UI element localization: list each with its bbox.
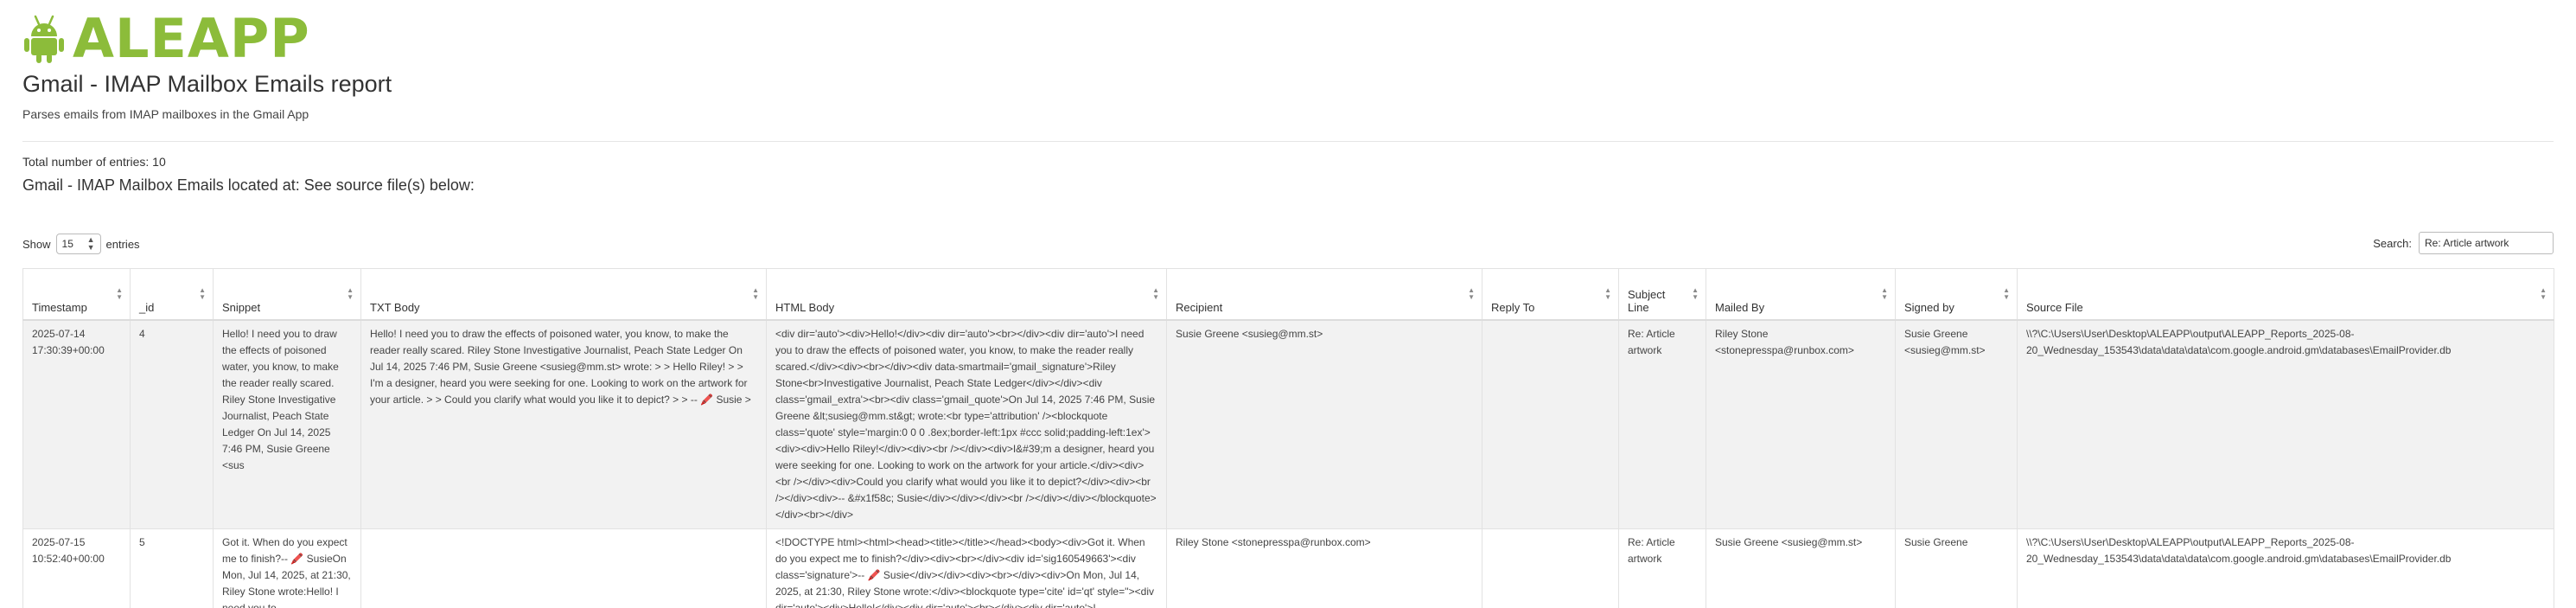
cell-subject-line: Re: Article artwork <box>1618 528 1706 608</box>
sort-arrows-icon: ▲ ▼ <box>2003 286 2010 301</box>
column-header-html-body[interactable]: HTML Body ▲ ▼ <box>766 268 1167 321</box>
results-table-container: Timestamp ▲ ▼ _id ▲ ▼ Snippet ▲ ▼ TXT Body ▲ ▼ H… <box>22 268 2554 608</box>
total-entries-text: Total number of entries: 10 <box>22 155 166 169</box>
column-label: Recipient <box>1176 301 1223 314</box>
sort-arrows-icon: ▲ ▼ <box>199 286 206 301</box>
search-label: Search: <box>2373 236 2412 250</box>
sort-arrows-icon: ▲ ▼ <box>752 286 759 301</box>
cell-snippet: Hello! I need you to draw the effects of… <box>213 319 361 529</box>
sort-arrows-icon: ▲ ▼ <box>116 286 123 301</box>
column-header-snippet[interactable]: Snippet ▲ ▼ <box>213 268 361 321</box>
column-label: Source File <box>2026 301 2083 314</box>
table-row[interactable]: 2025-07-15 10:52:40+00:00 5 Got it. When… <box>22 528 2554 608</box>
search-input[interactable] <box>2419 232 2554 254</box>
brand-name: ALEAPP <box>73 7 310 70</box>
column-header-timestamp[interactable]: Timestamp ▲ ▼ <box>22 268 131 321</box>
cell-recipient: Riley Stone <stonepresspa@runbox.com> <box>1166 528 1482 608</box>
entries-label: entries <box>105 237 140 251</box>
table-row[interactable]: 2025-07-14 17:30:39+00:00 4 Hello! I nee… <box>22 319 2554 529</box>
cell-reply-to <box>1482 528 1619 608</box>
cell-source-file: \\?\C:\Users\User\Desktop\ALEAPP\output\… <box>2017 319 2554 529</box>
table-header-row: Timestamp ▲ ▼ _id ▲ ▼ Snippet ▲ ▼ TXT Body ▲ ▼ H… <box>22 268 2554 321</box>
cell-mailed-by: Riley Stone <stonepresspa@runbox.com> <box>1706 319 1896 529</box>
brand-header: ALEAPP <box>22 12 310 66</box>
column-label: HTML Body <box>775 301 835 314</box>
cell-source-file: \\?\C:\Users\User\Desktop\ALEAPP\output\… <box>2017 528 2554 608</box>
cell-timestamp: 2025-07-15 10:52:40+00:00 <box>22 528 131 608</box>
column-header-mailed-by[interactable]: Mailed By ▲ ▼ <box>1706 268 1896 321</box>
column-header-subject-line[interactable]: Subject Line ▲ ▼ <box>1618 268 1706 321</box>
cell-txt-body <box>360 528 767 608</box>
cell-signed-by: Susie Greene <box>1895 528 2018 608</box>
cell-signed-by: Susie Greene <susieg@mm.st> <box>1895 319 2018 529</box>
divider <box>22 141 2554 142</box>
column-label: _id <box>139 301 155 314</box>
column-label: Subject Line <box>1628 288 1666 314</box>
report-page: ALEAPP Gmail - IMAP Mailbox Emails repor… <box>0 0 2576 608</box>
page-title: Gmail - IMAP Mailbox Emails report <box>22 71 392 97</box>
sort-arrows-icon: ▲ ▼ <box>1152 286 1159 301</box>
cell-id: 5 <box>130 528 214 608</box>
column-header-source-file[interactable]: Source File ▲ ▼ <box>2017 268 2554 321</box>
column-header-txt-body[interactable]: TXT Body ▲ ▼ <box>360 268 767 321</box>
column-label: Timestamp <box>32 301 87 314</box>
cell-txt-body: Hello! I need you to draw the effects of… <box>360 319 767 529</box>
column-label: Reply To <box>1491 301 1535 314</box>
located-at-text: Gmail - IMAP Mailbox Emails located at: … <box>22 176 475 194</box>
cell-mailed-by: Susie Greene <susieg@mm.st> <box>1706 528 1896 608</box>
column-label: Mailed By <box>1715 301 1765 314</box>
sort-arrows-icon: ▲ ▼ <box>1604 286 1611 301</box>
entries-per-page-value: 15 <box>61 238 73 250</box>
column-header-reply-to[interactable]: Reply To ▲ ▼ <box>1482 268 1619 321</box>
cell-recipient: Susie Greene <susieg@mm.st> <box>1166 319 1482 529</box>
column-header-id[interactable]: _id ▲ ▼ <box>130 268 214 321</box>
sort-arrows-icon: ▲ ▼ <box>2540 286 2547 301</box>
cell-timestamp: 2025-07-14 17:30:39+00:00 <box>22 319 131 529</box>
search-control: Search: <box>2373 232 2554 254</box>
android-robot-icon <box>22 14 66 64</box>
up-down-icon: ▲ ▼ <box>86 235 95 252</box>
cell-html-body: <!DOCTYPE html><html><head><title></titl… <box>766 528 1167 608</box>
cell-html-body: <div dir='auto'><div>Hello!</div><div di… <box>766 319 1167 529</box>
cell-id: 4 <box>130 319 214 529</box>
column-label: Snippet <box>222 301 261 314</box>
sort-arrows-icon: ▲ ▼ <box>347 286 354 301</box>
results-table: Timestamp ▲ ▼ _id ▲ ▼ Snippet ▲ ▼ TXT Body ▲ ▼ H… <box>22 268 2554 608</box>
cell-snippet: Got it. When do you expect me to finish?… <box>213 528 361 608</box>
page-subtitle: Parses emails from IMAP mailboxes in the… <box>22 107 309 121</box>
sort-arrows-icon: ▲ ▼ <box>1468 286 1475 301</box>
show-entries-control: Show 15 ▲ ▼ entries <box>22 234 140 254</box>
column-header-recipient[interactable]: Recipient ▲ ▼ <box>1166 268 1482 321</box>
show-label: Show <box>22 237 51 251</box>
column-header-signed-by[interactable]: Signed by ▲ ▼ <box>1895 268 2018 321</box>
entries-per-page-select[interactable]: 15 ▲ ▼ <box>55 234 101 254</box>
column-label: TXT Body <box>370 301 420 314</box>
cell-reply-to <box>1482 319 1619 529</box>
sort-arrows-icon: ▲ ▼ <box>1881 286 1888 301</box>
column-label: Signed by <box>1904 301 1954 314</box>
sort-arrows-icon: ▲ ▼ <box>1692 286 1699 301</box>
cell-subject-line: Re: Article artwork <box>1618 319 1706 529</box>
